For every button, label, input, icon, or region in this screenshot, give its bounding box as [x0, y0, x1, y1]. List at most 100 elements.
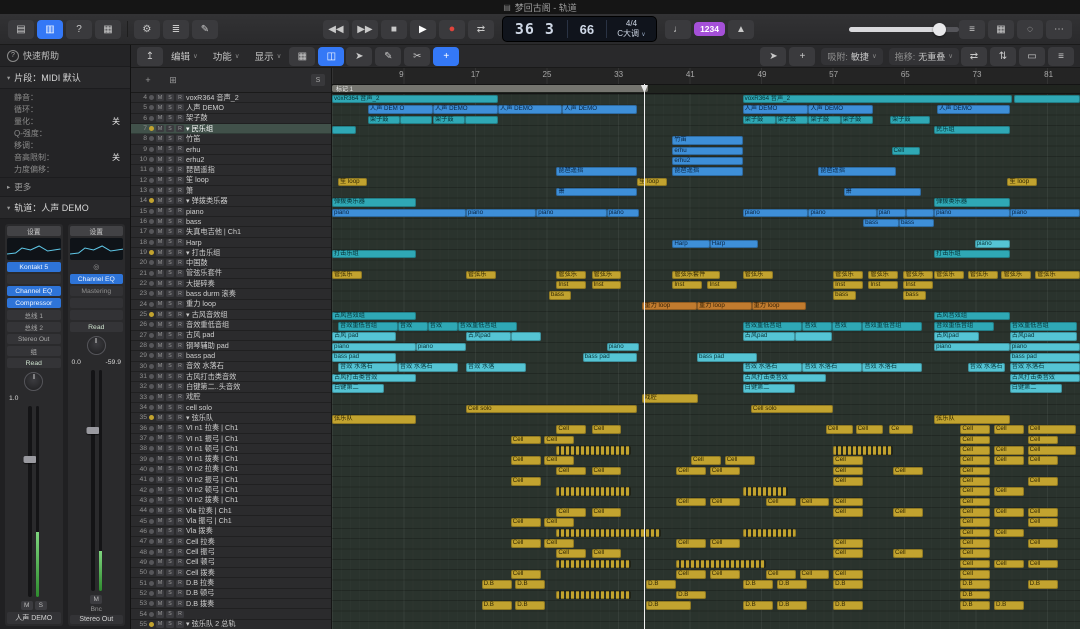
- scissors-tool-icon[interactable]: ✂: [404, 47, 430, 66]
- strip-slot-empty[interactable]: [70, 310, 124, 320]
- track-mute-button[interactable]: M: [156, 425, 164, 432]
- region[interactable]: 音效: [832, 322, 862, 331]
- region[interactable]: voxR364 音声_2: [332, 95, 498, 104]
- track-onoff-dot[interactable]: [149, 240, 154, 245]
- track-onoff-dot[interactable]: [149, 457, 154, 462]
- track-solo-button[interactable]: S: [166, 290, 174, 297]
- track-solo-button[interactable]: S: [166, 197, 174, 204]
- track-onoff-dot[interactable]: [149, 612, 154, 617]
- region[interactable]: Cell: [994, 560, 1024, 569]
- region[interactable]: Ce: [889, 425, 913, 434]
- region[interactable]: [556, 591, 631, 600]
- track-mute-button[interactable]: M: [156, 456, 164, 463]
- region[interactable]: Cell: [710, 467, 740, 476]
- track-header-39[interactable]: 39MSRVI n1 拨奏 | Ch1: [131, 454, 331, 464]
- region[interactable]: 古风pad: [934, 332, 979, 341]
- region[interactable]: Inst: [707, 281, 737, 290]
- track-inspector-header[interactable]: ▾ 轨道：人声 DEMO: [0, 197, 130, 219]
- region[interactable]: [1014, 95, 1080, 104]
- track-header-42[interactable]: 42MSRVI n2 顿弓 | Ch1: [131, 485, 331, 495]
- region[interactable]: 音效: [802, 322, 832, 331]
- track-onoff-dot[interactable]: [149, 250, 154, 255]
- track-record-button[interactable]: R: [176, 270, 184, 277]
- region[interactable]: 音效 水落石: [398, 363, 458, 372]
- track-record-button[interactable]: R: [176, 239, 184, 246]
- track-header-22[interactable]: 22MSR大提碎奏: [131, 279, 331, 289]
- region[interactable]: Cell: [833, 570, 863, 579]
- region[interactable]: D.B: [743, 601, 773, 610]
- track-header-43[interactable]: 43MSRVI n2 拨奏 | Ch1: [131, 496, 331, 506]
- track-header-15[interactable]: 15MSRpiano: [131, 207, 331, 217]
- track-onoff-dot[interactable]: [149, 488, 154, 493]
- panes-view-icon[interactable]: ◫: [318, 47, 344, 66]
- track-record-button[interactable]: R: [176, 559, 184, 566]
- track-onoff-dot[interactable]: [149, 395, 154, 400]
- region-inspector-header[interactable]: ▾ 片段：MIDI 默认: [0, 67, 130, 89]
- master-volume-knob[interactable]: [933, 23, 946, 36]
- track-header-30[interactable]: 30MSR音效 水落石: [131, 362, 331, 372]
- track-header-13[interactable]: 13MSR箫: [131, 186, 331, 196]
- track-header-45[interactable]: 45MSRVla 振弓 | Ch1: [131, 516, 331, 526]
- track-solo-button[interactable]: S: [166, 476, 174, 483]
- region[interactable]: 架子鼓: [890, 116, 930, 125]
- track-header-48[interactable]: 48MSRCell 振弓: [131, 547, 331, 557]
- region[interactable]: 架子鼓: [808, 116, 840, 125]
- track-header-24[interactable]: 24MSR重力 loop: [131, 300, 331, 310]
- track-header-37[interactable]: 37MSRVI n1 振弓 | Ch1: [131, 434, 331, 444]
- track-record-button[interactable]: R: [176, 332, 184, 339]
- track-record-button[interactable]: R: [176, 363, 184, 370]
- track-header-33[interactable]: 33MSR戏腔: [131, 393, 331, 403]
- region[interactable]: 戏腔: [642, 394, 697, 403]
- track-header-20[interactable]: 20MSR中国鼓: [131, 258, 331, 268]
- region[interactable]: Cell: [725, 456, 755, 465]
- region[interactable]: 管弦乐套件: [672, 271, 720, 280]
- track-mute-button[interactable]: M: [156, 94, 164, 101]
- region[interactable]: Cell: [893, 467, 923, 476]
- track-mute-button[interactable]: M: [156, 239, 164, 246]
- region[interactable]: Cell: [960, 529, 990, 538]
- region[interactable]: 重力 loop: [752, 302, 807, 311]
- track-mute-button[interactable]: M: [156, 166, 164, 173]
- track-mute-button[interactable]: M: [156, 321, 164, 328]
- region[interactable]: 古风pad: [743, 332, 795, 341]
- region[interactable]: bass: [833, 291, 855, 300]
- track-record-button[interactable]: R: [176, 187, 184, 194]
- region[interactable]: Cell: [1028, 508, 1058, 517]
- track-onoff-dot[interactable]: [149, 333, 154, 338]
- track-record-button[interactable]: R: [176, 569, 184, 576]
- tuner-icon[interactable]: ♩: [665, 20, 691, 39]
- track-solo-button[interactable]: S: [166, 342, 174, 349]
- list-icon[interactable]: ≡: [959, 20, 985, 39]
- region[interactable]: 琵琶遥指: [672, 167, 742, 176]
- region-param[interactable]: 静音：: [0, 91, 130, 103]
- region[interactable]: voxR364 音声_2: [743, 95, 1012, 104]
- region[interactable]: Inst: [833, 281, 863, 290]
- region[interactable]: Inst: [672, 281, 702, 290]
- track-onoff-dot[interactable]: [149, 570, 154, 575]
- track-record-button[interactable]: R: [176, 352, 184, 359]
- region[interactable]: Cell: [994, 446, 1024, 455]
- region[interactable]: 古风pad: [466, 332, 511, 341]
- region[interactable]: Cell: [556, 425, 586, 434]
- master-volume-track[interactable]: [849, 27, 959, 32]
- track-mute-button[interactable]: M: [156, 507, 164, 514]
- region[interactable]: 管弦乐: [1001, 271, 1031, 280]
- count-in-badge[interactable]: 1234: [694, 22, 725, 36]
- track-solo-button[interactable]: S: [166, 538, 174, 545]
- region[interactable]: Cell: [556, 508, 586, 517]
- track-record-button[interactable]: R: [176, 435, 184, 442]
- region[interactable]: 人声 DEMO: [498, 105, 562, 114]
- region[interactable]: 管弦乐: [466, 271, 496, 280]
- region[interactable]: [556, 560, 631, 569]
- region[interactable]: 音效 水落石: [968, 363, 1005, 372]
- region[interactable]: Cell: [833, 456, 863, 465]
- region[interactable]: 架子鼓: [776, 116, 809, 125]
- region[interactable]: 古风 pad: [332, 332, 396, 341]
- region[interactable]: piano: [607, 209, 639, 218]
- library-icon[interactable]: ▤: [8, 20, 34, 39]
- region-param[interactable]: 循环：: [0, 103, 130, 115]
- track-record-button[interactable]: R: [176, 104, 184, 111]
- track-record-button[interactable]: R: [176, 383, 184, 390]
- pan-knob[interactable]: [24, 372, 43, 391]
- region[interactable]: Inst: [868, 281, 898, 290]
